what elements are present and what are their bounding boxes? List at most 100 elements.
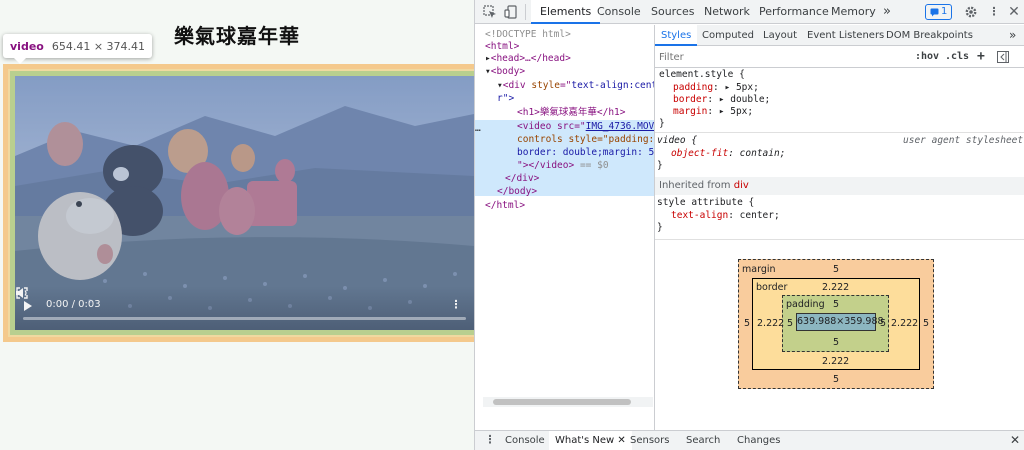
styles-pane: Styles Computed Layout Event Listeners D… [655,25,1024,430]
toolbar-divider [525,4,526,20]
drawer-close-icon[interactable]: ✕ [1010,431,1020,450]
box-model-padding-top: 5 [833,299,840,310]
box-model-margin-bottom: 5 [833,374,840,385]
dom-video-close: "></video> == $0 [517,160,609,171]
more-tabs-icon[interactable]: » [883,0,891,24]
messages-badge[interactable]: 1 [925,4,953,20]
element-style-close: } [659,118,665,129]
play-icon[interactable] [24,301,32,311]
hover-state-button[interactable]: :hov [915,49,939,65]
drawer-tab-close-icon[interactable]: ✕ [617,435,625,446]
style-attribute-close: } [657,222,663,233]
tab-elements[interactable]: Elements [531,0,601,24]
style-prop-object-fit: object-fit: contain; [671,148,786,159]
drawer-menu-icon[interactable]: ⋮ [483,433,497,447]
inherited-label: Inherited from [659,180,734,191]
tooltip-arrow [14,58,26,64]
tooltip-dimensions: 654.41 × 374.41 [51,39,146,53]
tab-performance[interactable]: Performance [759,0,829,24]
fullscreen-icon[interactable] [15,286,29,300]
box-model-margin-right: 5 [923,318,930,329]
devtools-drawer: ⋮ Console What's New ✕ Sensors Search Ch… [475,430,1024,450]
dom-video-open[interactable]: <video src="IMG_4736.MOV" [517,121,654,133]
styles-filter-row: :hov .cls + [655,46,1024,68]
drawer-tab-whats-new[interactable]: What's New ✕ [549,431,632,450]
dom-html-close[interactable]: </html> [485,200,654,212]
dom-div-close[interactable]: </div> [505,173,654,185]
element-style-rule: element.style { padding: ▸ 5px; border: … [655,69,1024,131]
elements-tree-pane: <!DOCTYPE html> <html> ▸<head>…</head> ▾… [475,25,655,430]
video-selector: video { [657,135,698,146]
subtabs-more-icon[interactable]: » [1009,25,1016,46]
more-vert-icon[interactable]: ⋮ [449,298,463,312]
box-model-content[interactable]: 639.988×359.988 [796,313,884,331]
box-model-margin-left: 5 [744,318,751,329]
subtab-computed[interactable]: Computed [702,25,754,46]
tab-network[interactable]: Network [704,0,750,24]
drawer-tab-console[interactable]: Console [505,431,545,450]
style-prop-margin[interactable]: margin: ▸ 5px; [673,106,753,118]
inherited-header: Inherited from div [655,177,1024,195]
close-icon[interactable]: ✕ [1007,5,1021,19]
video-player[interactable]: 0:00 / 0:03 ⋮ [15,76,474,330]
subtab-styles[interactable]: Styles [655,25,698,46]
video-rule-close: } [657,160,663,171]
dom-body-close[interactable]: </body> [497,186,654,198]
drawer-tab-changes[interactable]: Changes [737,431,781,450]
element-style-selector: element.style { [659,69,745,80]
styles-filter-input[interactable] [659,49,907,65]
subtab-dom-breakpoints[interactable]: DOM Breakpoints [886,25,973,46]
box-model-border-label: border [756,282,788,293]
messages-count: 1 [941,6,948,17]
horizontal-scrollbar[interactable] [483,397,653,407]
tooltip-tag: video [10,39,44,53]
gear-icon[interactable] [964,5,978,19]
style-prop-border[interactable]: border: ▸ double; [673,94,770,106]
video-controls: 0:00 / 0:03 ⋮ [15,286,474,330]
dom-video-style: border: double;margin: 5px [517,147,655,158]
dom-head[interactable]: ▸<head>…</head> [485,53,654,65]
scrollbar-thumb[interactable] [493,399,631,405]
video-progress-bar[interactable] [23,317,466,320]
customize-menu-icon[interactable]: ⋮ [987,5,1001,19]
dom-html-open[interactable]: <html> [485,41,654,53]
devtools-panel: Elements Console Sources Network Perform… [474,0,1024,450]
user-agent-label: user agent stylesheet [903,135,1024,146]
add-style-rule-button[interactable]: + [977,49,985,65]
subtab-layout[interactable]: Layout [763,25,797,46]
toggle-sidebar-icon[interactable] [997,51,1009,63]
box-model-margin-top: 5 [833,264,840,275]
rule-divider [655,239,1024,240]
dom-h1[interactable]: <h1>樂氣球嘉年華</h1> [517,107,654,119]
dom-div-open[interactable]: ▾<div style="text-align:cente [497,80,654,92]
box-model-margin-label: margin [742,264,776,275]
drawer-tab-search[interactable]: Search [686,431,720,450]
device-toolbar-icon[interactable] [504,5,518,19]
box-model-border-bottom: 2.222 [822,356,850,367]
rule-divider [655,132,1024,133]
devtools-toolbar: Elements Console Sources Network Perform… [475,0,1024,24]
video-time: 0:00 / 0:03 [46,299,101,310]
dom-body-open[interactable]: ▾<body> [485,66,654,78]
box-model-border-left: 2.222 [757,318,785,329]
tab-sources[interactable]: Sources [651,0,695,24]
inherited-tag[interactable]: div [734,180,749,191]
subtab-event-listeners[interactable]: Event Listeners [807,25,884,46]
inspect-element-icon[interactable] [483,5,497,19]
tab-console[interactable]: Console [597,0,641,24]
class-toggle-button[interactable]: .cls [945,49,969,65]
dom-div-open-cont: r"> [497,93,515,104]
drawer-tab-sensors[interactable]: Sensors [630,431,670,450]
box-model-border-right: 2.222 [891,318,919,329]
style-prop-text-align[interactable]: text-align: center; [671,210,780,222]
inspected-page: 樂氣球嘉年華 0:00 / 0:03 ⋮ video 654.41 × 374.… [0,0,474,450]
styles-subtabs: Styles Computed Layout Event Listeners D… [655,25,1024,46]
message-icon [930,8,939,16]
box-model-padding-right: 5 [880,318,887,329]
style-prop-padding[interactable]: padding: ▸ 5px; [673,82,759,94]
video-ua-rule: video { user agent stylesheet object-fit… [655,135,1024,175]
box-model-padding-left: 5 [787,318,794,329]
style-attribute-rule: style attribute { text-align: center; } [655,197,1024,237]
tab-memory[interactable]: Memory [831,0,876,24]
dom-doctype[interactable]: <!DOCTYPE html> [485,29,654,41]
